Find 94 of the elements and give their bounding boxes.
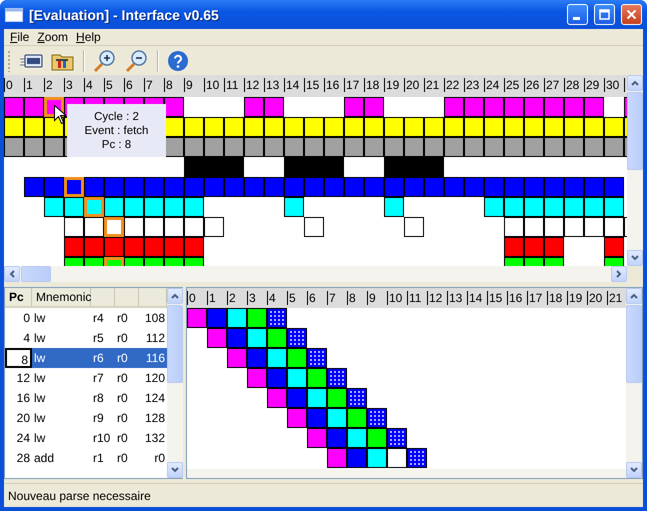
ruler-label: 6	[307, 291, 327, 305]
vertical-scrollbar[interactable]	[627, 75, 643, 266]
maximize-button[interactable]	[594, 4, 615, 25]
column-header[interactable]: Mnemonic	[32, 288, 91, 306]
ruler-label: 25	[504, 78, 524, 92]
ruler-label: 22	[444, 78, 464, 92]
ruler-label: 11	[224, 78, 244, 92]
scroll-up-button[interactable]	[167, 288, 183, 304]
scroll-up-button[interactable]	[626, 288, 642, 304]
ruler-label: 0	[4, 78, 24, 92]
cursor-icon	[54, 105, 66, 124]
ruler-label: 7	[144, 78, 164, 92]
ruler-label: 23	[464, 78, 484, 92]
scroll-left-button[interactable]	[4, 266, 20, 282]
ruler-label: 20	[587, 291, 607, 305]
menu-item[interactable]: Zoom	[33, 30, 72, 44]
ruler-label: 26	[524, 78, 544, 92]
scroll-thumb[interactable]	[21, 266, 51, 282]
vertical-scrollbar[interactable]	[167, 288, 183, 478]
scroll-up-button[interactable]	[627, 75, 643, 91]
ruler-label: 0	[187, 291, 207, 305]
menu-item[interactable]: File	[6, 30, 34, 44]
ruler-label: 17	[344, 78, 364, 92]
ruler-label: 14	[467, 291, 487, 305]
scroll-down-button[interactable]	[627, 250, 643, 266]
table-cell[interactable]: r0	[115, 348, 139, 368]
ruler-label: 21	[424, 78, 444, 92]
help-icon[interactable]	[167, 50, 189, 72]
column-header[interactable]: Pc	[5, 288, 32, 306]
ruler-label: 12	[427, 291, 447, 305]
tooltip-text: Pc : 8	[102, 138, 132, 152]
status-text: Nouveau parse necessaire	[8, 488, 151, 502]
table-cell[interactable]: lw	[32, 348, 91, 368]
window-icon	[5, 8, 23, 22]
ruler-label: 5	[287, 291, 307, 305]
close-icon	[626, 9, 637, 20]
ruler-label: 19	[567, 291, 587, 305]
table-cell[interactable]: 8	[5, 348, 32, 368]
ruler-label: 5	[104, 78, 124, 92]
scroll-down-button[interactable]	[167, 462, 183, 478]
ruler-label: 2	[44, 78, 64, 92]
ruler-label: 3	[64, 78, 84, 92]
ruler-label: 18	[364, 78, 384, 92]
scroll-thumb[interactable]	[627, 92, 643, 170]
table-cell[interactable]: 116	[139, 348, 167, 368]
zoom-in-icon[interactable]	[93, 48, 117, 72]
ruler-label: 19	[384, 78, 404, 92]
ruler-label: 9	[184, 78, 204, 92]
ruler-label: 27	[544, 78, 564, 92]
ruler-label: 15	[487, 291, 507, 305]
ruler-label: 10	[387, 291, 407, 305]
ruler-label: 13	[447, 291, 467, 305]
zoom-out-icon[interactable]	[125, 48, 149, 72]
ruler-label: 7	[327, 291, 347, 305]
ruler-label: 18	[547, 291, 567, 305]
ruler-label: 2	[227, 291, 247, 305]
close-button[interactable]	[621, 4, 642, 25]
window-title: [Evaluation] - Interface v0.65	[29, 6, 220, 22]
ruler-label: 28	[564, 78, 584, 92]
tooltip-text: Event : fetch	[84, 124, 148, 138]
vertical-scrollbar[interactable]	[626, 288, 642, 478]
scroll-right-button[interactable]	[611, 266, 627, 282]
maximize-icon	[599, 9, 610, 20]
ruler-label: 1	[24, 78, 44, 92]
ruler-label: 15	[304, 78, 324, 92]
ruler-label: 11	[407, 291, 427, 305]
scroll-down-button[interactable]	[626, 462, 642, 478]
menu-item[interactable]: Help	[72, 30, 105, 44]
tooltip-text: Cycle : 2	[94, 110, 139, 124]
ruler-label: 8	[164, 78, 184, 92]
ruler-label: 10	[204, 78, 224, 92]
ruler-label: 13	[264, 78, 284, 92]
ruler-label: 20	[404, 78, 424, 92]
ruler-label: 30	[604, 78, 624, 92]
scroll-thumb[interactable]	[626, 305, 642, 383]
ruler-label: 9	[367, 291, 387, 305]
ruler-label: 6	[124, 78, 144, 92]
ruler-label: 17	[527, 291, 547, 305]
minimize-button[interactable]	[567, 4, 588, 25]
ruler-label: 16	[324, 78, 344, 92]
minimize-icon	[572, 17, 580, 20]
ruler-label: 14	[284, 78, 304, 92]
ruler-label: 29	[584, 78, 604, 92]
ruler-label: 12	[244, 78, 264, 92]
toolbar-grip	[7, 50, 11, 72]
ruler-label: 16	[507, 291, 527, 305]
scroll-thumb[interactable]	[167, 305, 183, 383]
ruler-label: 4	[267, 291, 287, 305]
ruler-label: 24	[484, 78, 504, 92]
ruler-label: 3	[247, 291, 267, 305]
ruler-label: 8	[347, 291, 367, 305]
ruler-label: 4	[84, 78, 104, 92]
ruler-label: 1	[207, 291, 227, 305]
table-cell[interactable]: r6	[91, 348, 115, 368]
